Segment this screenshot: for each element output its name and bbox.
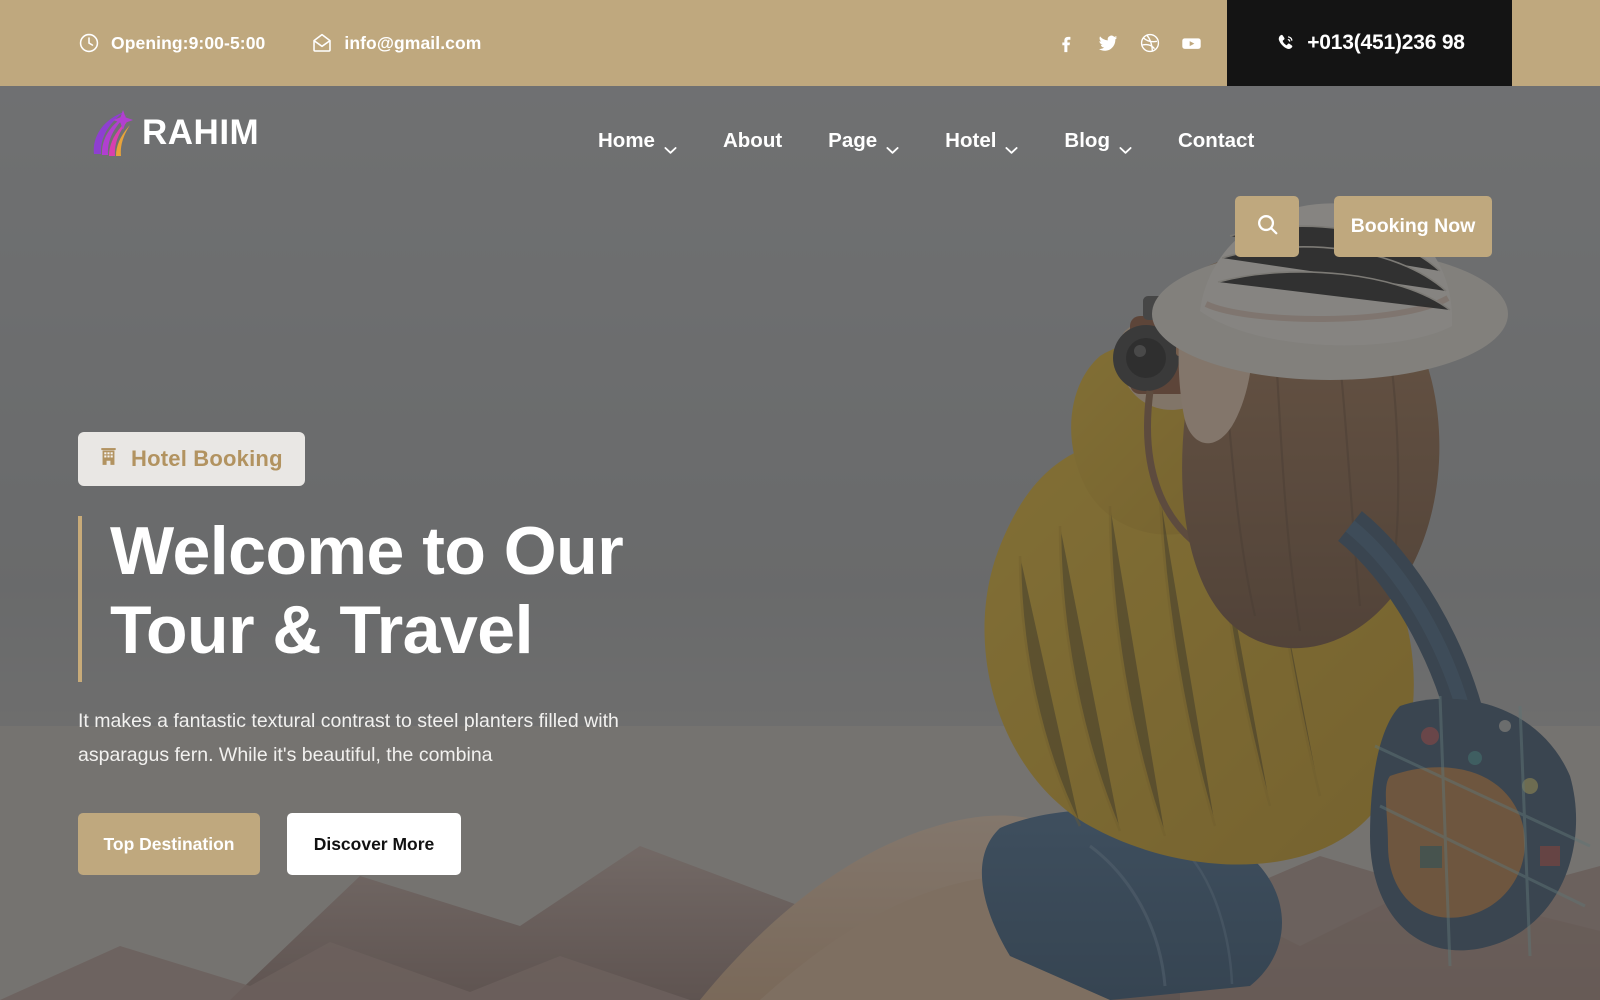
nav-item-hotel[interactable]: Hotel (922, 129, 1041, 154)
top-destination-button[interactable]: Top Destination (78, 813, 260, 876)
opening-hours-label: Opening:9:00-5:00 (111, 32, 266, 53)
nav-item-about[interactable]: About (700, 129, 805, 153)
email-contact[interactable]: info@gmail.com (311, 32, 481, 54)
hero-title-line-1: Welcome to Our (110, 513, 624, 589)
hero-description: It makes a fantastic textural contrast t… (78, 709, 619, 767)
hotel-booking-badge: Hotel Booking (78, 432, 305, 486)
main-navigation: RAHIM Home About Page Hotel Blog Contact… (0, 86, 1600, 257)
email-label: info@gmail.com (344, 32, 482, 53)
nav-menu: Home About Page Hotel Blog Contact (575, 86, 1277, 196)
top-bar-right-group: +013(451)236 98 (1054, 0, 1600, 86)
chevron-down-icon (886, 137, 899, 154)
opening-hours: Opening:9:00-5:00 (78, 32, 265, 54)
facebook-icon[interactable] (1054, 32, 1077, 55)
nav-item-contact[interactable]: Contact (1155, 129, 1277, 153)
booking-now-label: Booking Now (1350, 215, 1476, 237)
nav-item-home[interactable]: Home (575, 129, 700, 154)
social-links (1054, 32, 1227, 55)
nav-item-home-label: Home (598, 129, 655, 152)
phone-icon (1274, 32, 1296, 54)
hero-title-line-2: Tour & Travel (110, 591, 534, 668)
nav-item-contact-label: Contact (1177, 129, 1255, 152)
logo-text: RAHIM (142, 113, 260, 152)
site-logo[interactable]: RAHIM (82, 102, 259, 164)
phone-number: +013(451)236 98 (1307, 31, 1465, 54)
phone-contact-box[interactable]: +013(451)236 98 (1227, 0, 1512, 86)
nav-item-page-label: Page (828, 129, 878, 152)
dribbble-icon[interactable] (1138, 32, 1161, 55)
search-button[interactable] (1235, 196, 1299, 257)
clock-icon (78, 32, 100, 54)
chevron-down-icon (1005, 137, 1018, 154)
search-icon (1255, 212, 1280, 242)
discover-more-button[interactable]: Discover More (287, 813, 461, 876)
nav-item-about-label: About (722, 129, 783, 152)
booking-now-button[interactable]: Booking Now (1334, 196, 1492, 257)
hotel-booking-badge-label: Hotel Booking (131, 446, 283, 471)
hero-cta-row: Top Destination Discover More (78, 813, 778, 876)
page-title: Welcome to Our Tour & Travel (110, 512, 778, 670)
twitter-icon[interactable] (1096, 32, 1119, 55)
top-bar: Opening:9:00-5:00 info@gmail.com +013(45… (0, 0, 1600, 86)
chevron-down-icon (1119, 137, 1132, 154)
comet-star-logo (82, 102, 144, 164)
envelope-icon (311, 32, 333, 54)
hotel-building-icon (97, 445, 120, 473)
chevron-down-icon (664, 137, 677, 154)
top-bar-left-group: Opening:9:00-5:00 info@gmail.com (0, 32, 481, 54)
nav-item-hotel-label: Hotel (945, 129, 997, 152)
nav-item-page[interactable]: Page (805, 129, 922, 154)
hero-title-wrap: Welcome to Our Tour & Travel (78, 512, 778, 682)
title-accent-bar (78, 516, 82, 682)
youtube-icon[interactable] (1180, 32, 1203, 55)
hero-content: Hotel Booking Welcome to Our Tour & Trav… (78, 432, 778, 876)
nav-item-blog-label: Blog (1064, 129, 1110, 152)
nav-item-blog[interactable]: Blog (1041, 129, 1155, 154)
